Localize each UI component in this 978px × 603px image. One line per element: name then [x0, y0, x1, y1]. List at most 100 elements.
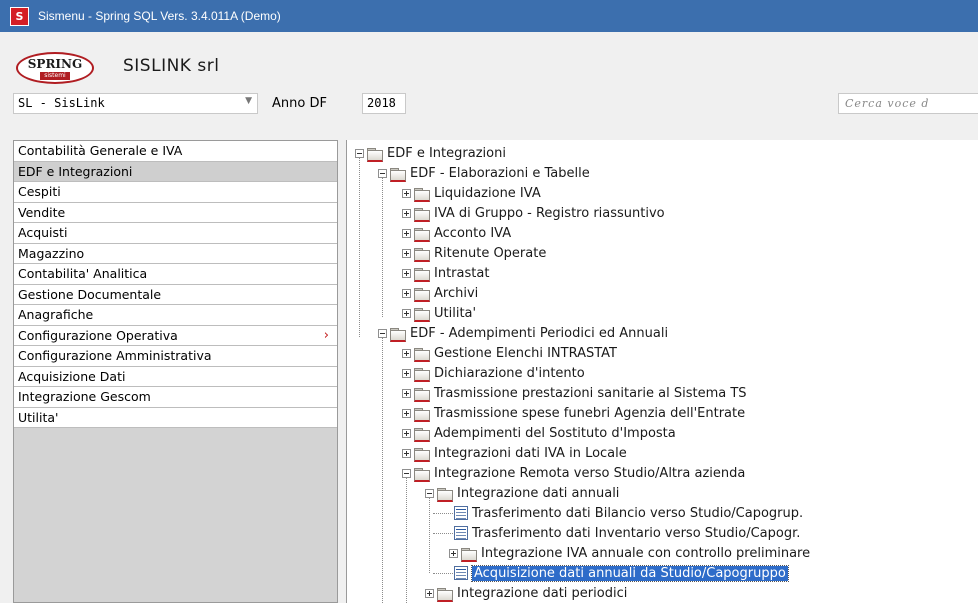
tree-node-label: EDF - Elaborazioni e Tabelle — [410, 165, 590, 181]
folder-open-icon — [390, 326, 406, 342]
expand-icon[interactable] — [449, 548, 458, 558]
tree-node[interactable]: Ritenute Operate — [402, 243, 546, 263]
folder-icon — [414, 346, 430, 362]
expand-icon[interactable] — [402, 348, 411, 358]
menu-item-vendite[interactable]: Vendite — [14, 202, 337, 223]
expand-icon[interactable] — [402, 308, 411, 318]
expand-icon[interactable] — [425, 588, 434, 598]
document-icon — [454, 566, 468, 580]
anno-label: Anno DF — [272, 96, 327, 111]
tree-leaf[interactable]: Trasferimento dati Bilancio verso Studio… — [454, 503, 803, 523]
chevron-right-icon: › — [323, 327, 329, 343]
tree-node-label: EDF - Adempimenti Periodici ed Annuali — [410, 325, 669, 341]
folder-icon — [414, 406, 430, 422]
tree-connector — [429, 498, 430, 573]
tree-node[interactable]: Utilita' — [402, 303, 476, 323]
menu-item-contabilita[interactable]: Contabilità Generale e IVA — [14, 141, 337, 162]
tree-node[interactable]: Trasmissione spese funebri Agenzia dell'… — [402, 403, 745, 423]
expand-icon[interactable] — [402, 228, 411, 238]
tree-node-label: Acconto IVA — [434, 225, 512, 241]
document-icon — [454, 526, 468, 540]
expand-icon[interactable] — [402, 288, 411, 298]
folder-icon — [414, 226, 430, 242]
tree-node-dati-annuali[interactable]: Integrazione dati annuali — [425, 483, 619, 503]
tree-node[interactable]: Liquidazione IVA — [402, 183, 541, 203]
logo-sub: sistemi — [40, 72, 70, 80]
tree-node-integrazione-remota[interactable]: Integrazione Remota verso Studio/Altra a… — [402, 463, 745, 483]
menu-item-acquisizione[interactable]: Acquisizione Dati — [14, 366, 337, 387]
tree-node[interactable]: Archivi — [402, 283, 478, 303]
tree-node-label: Liquidazione IVA — [434, 185, 541, 201]
tree-node[interactable]: Gestione Elenchi INTRASTAT — [402, 343, 617, 363]
search-input[interactable]: Cerca voce d — [838, 93, 978, 114]
tree-node[interactable]: Acconto IVA — [402, 223, 511, 243]
tree-node[interactable]: Trasmissione prestazioni sanitarie al Si… — [402, 383, 747, 403]
company-selector-value: SL - SisLink — [18, 96, 105, 110]
folder-icon — [414, 446, 430, 462]
tree-node-label: Trasferimento dati Bilancio verso Studio… — [472, 505, 804, 521]
tree-node-adempimenti[interactable]: EDF - Adempimenti Periodici ed Annuali — [378, 323, 668, 343]
menu-item-label: Integrazione Gescom — [18, 389, 151, 404]
tree-node-elaborazioni[interactable]: EDF - Elaborazioni e Tabelle — [378, 163, 590, 183]
expand-icon[interactable] — [402, 248, 411, 258]
menu-item-acquisti[interactable]: Acquisti — [14, 223, 337, 244]
menu-item-label: Contabilità Generale e IVA — [18, 143, 183, 158]
folder-open-icon — [437, 486, 453, 502]
folder-icon — [414, 246, 430, 262]
anno-input[interactable]: 2018 — [362, 93, 406, 114]
menu-item-label: Vendite — [18, 204, 66, 220]
tree-leaf-selected[interactable]: Acquisizione dati annuali da Studio/Capo… — [454, 563, 789, 583]
tree-connector — [433, 573, 453, 574]
menu-item-gescom[interactable]: Integrazione Gescom — [14, 387, 337, 408]
folder-icon — [414, 186, 430, 202]
menu-item-utilita[interactable]: Utilita' — [14, 407, 337, 428]
tree-node[interactable]: Integrazione IVA annuale con controllo p… — [449, 543, 810, 563]
expand-icon[interactable] — [402, 388, 411, 398]
tree-node[interactable]: Dichiarazione d'intento — [402, 363, 585, 383]
menu-item-analitica[interactable]: Contabilita' Analitica — [14, 264, 337, 285]
company-selector[interactable]: SL - SisLink ▼ — [13, 93, 258, 114]
folder-icon — [414, 266, 430, 282]
expand-icon[interactable] — [402, 428, 411, 438]
tree-leaf[interactable]: Trasferimento dati Inventario verso Stud… — [454, 523, 800, 543]
folder-open-icon — [414, 466, 430, 482]
menu-item-label: Configurazione Amministrativa — [18, 348, 212, 363]
tree-node-label: Utilita' — [434, 305, 477, 321]
tree-node-label: Integrazione Remota verso Studio/Altra a… — [434, 465, 746, 481]
menu-item-magazzino[interactable]: Magazzino — [14, 243, 337, 264]
expand-icon[interactable] — [402, 208, 411, 218]
collapse-icon[interactable] — [355, 148, 364, 158]
collapse-icon[interactable] — [402, 468, 411, 478]
document-icon — [454, 506, 468, 520]
menu-item-cespiti[interactable]: Cespiti — [14, 182, 337, 203]
tree-node-label: Trasmissione spese funebri Agenzia dell'… — [434, 405, 746, 421]
menu-item-config-amministrativa[interactable]: Configurazione Amministrativa — [14, 346, 337, 367]
expand-icon[interactable] — [402, 188, 411, 198]
menu-item-config-operativa[interactable]: Configurazione Operativa › — [14, 325, 337, 346]
collapse-icon[interactable] — [425, 488, 434, 498]
tree-node[interactable]: Adempimenti del Sostituto d'Imposta — [402, 423, 676, 443]
menu-item-label: Anagrafiche — [18, 307, 94, 322]
tree-node-dati-periodici[interactable]: Integrazione dati periodici — [425, 583, 627, 603]
folder-icon — [414, 366, 430, 382]
tree-node-label: Integrazione dati periodici — [457, 585, 628, 601]
tree-node[interactable]: IVA di Gruppo - Registro riassuntivo — [402, 203, 665, 223]
expand-icon[interactable] — [402, 268, 411, 278]
app-icon: S — [10, 6, 29, 26]
tree-node[interactable]: Integrazioni dati IVA in Locale — [402, 443, 627, 463]
tree-node-label: Acquisizione dati annuali da Studio/Capo… — [471, 564, 789, 582]
chevron-down-icon[interactable]: ▼ — [245, 96, 252, 106]
collapse-icon[interactable] — [378, 168, 387, 178]
menu-item-label: Utilita' — [18, 409, 59, 425]
menu-item-label: Configurazione Operativa — [18, 327, 178, 343]
expand-icon[interactable] — [402, 448, 411, 458]
tree-node-edf-integrazioni[interactable]: EDF e Integrazioni — [355, 143, 506, 163]
tree-node[interactable]: Intrastat — [402, 263, 489, 283]
expand-icon[interactable] — [402, 368, 411, 378]
expand-icon[interactable] — [402, 408, 411, 418]
menu-item-documentale[interactable]: Gestione Documentale — [14, 284, 337, 305]
logo-text: SPRING — [27, 57, 83, 71]
menu-item-edf[interactable]: EDF e Integrazioni — [14, 161, 337, 182]
menu-item-anagrafiche[interactable]: Anagrafiche — [14, 305, 337, 326]
collapse-icon[interactable] — [378, 328, 387, 338]
